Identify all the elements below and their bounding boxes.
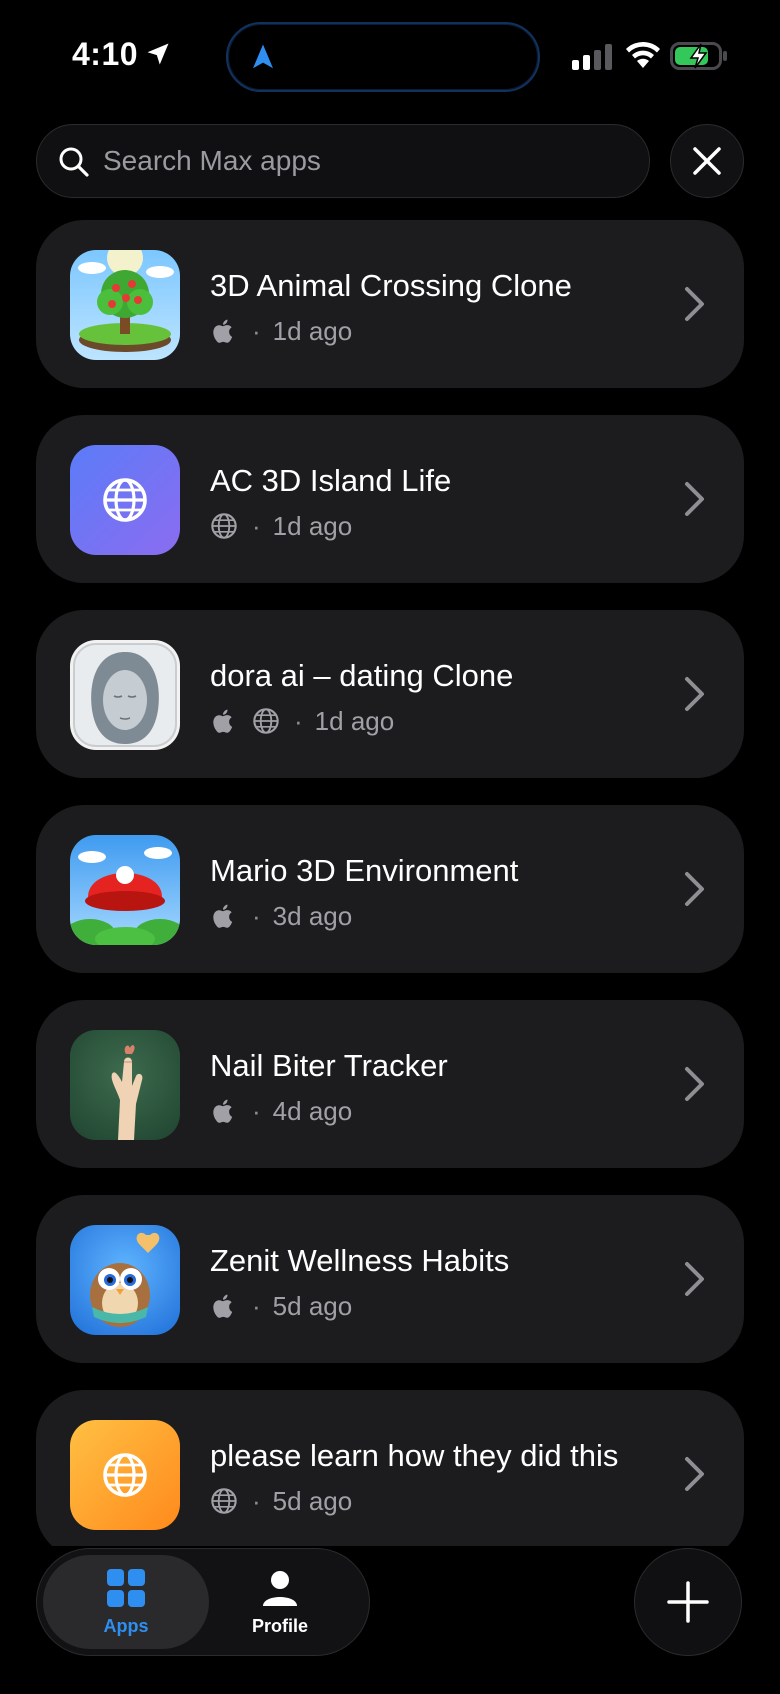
- add-app-button[interactable]: [634, 1548, 742, 1656]
- chevron-right-icon: [684, 871, 706, 907]
- app-meta: · 1d ago: [210, 314, 352, 348]
- plus-icon: [667, 1581, 709, 1623]
- app-age: 1d ago: [272, 510, 353, 541]
- chevron-right-icon: [684, 1066, 706, 1102]
- app-meta: · 3d ago: [210, 899, 352, 933]
- app-age: 1d ago: [272, 315, 353, 346]
- dynamic-island[interactable]: [226, 22, 540, 92]
- grid-icon: [107, 1568, 145, 1607]
- app-card[interactable]: please learn how they did this · 5d ago: [36, 1390, 744, 1546]
- tab-apps[interactable]: Apps: [43, 1555, 209, 1649]
- close-button[interactable]: [670, 124, 744, 198]
- app-name: Nail Biter Tracker: [210, 1048, 448, 1083]
- apple-icon: [210, 707, 238, 735]
- search-input[interactable]: [103, 125, 623, 197]
- chevron-right-icon: [684, 1456, 706, 1492]
- app-age: 4d ago: [272, 1095, 353, 1126]
- apple-icon: [210, 317, 238, 345]
- status-time: 4:10: [72, 36, 139, 72]
- status-bar: 4:10: [0, 0, 780, 110]
- app-name: AC 3D Island Life: [210, 463, 452, 498]
- app-age: 1d ago: [314, 705, 395, 736]
- tab-bar: Apps Profile: [36, 1548, 370, 1656]
- app-card[interactable]: Zenit Wellness Habits · 5d ago: [36, 1195, 744, 1363]
- face-sculpture-icon: [70, 640, 180, 750]
- person-icon: [263, 1570, 297, 1606]
- meta-separator: ·: [252, 315, 261, 346]
- tab-label: Apps: [103, 1615, 149, 1636]
- cellular-signal-icon: [572, 44, 612, 70]
- meta-separator: ·: [294, 705, 303, 736]
- globe-icon: [210, 1487, 238, 1515]
- app-meta: · 4d ago: [210, 1094, 352, 1128]
- app-meta: · 5d ago: [210, 1289, 352, 1323]
- app-meta: · 5d ago: [210, 1484, 352, 1518]
- app-card[interactable]: Mario 3D Environment · 3d ago: [36, 805, 744, 973]
- app-card[interactable]: Nail Biter Tracker · 4d ago: [36, 1000, 744, 1168]
- app-name: Mario 3D Environment: [210, 853, 519, 888]
- chevron-right-icon: [684, 676, 706, 712]
- globe-app-icon: [70, 445, 180, 555]
- app-name: dora ai – dating Clone: [210, 658, 514, 693]
- battery-charging-icon: [670, 42, 727, 70]
- owl-icon: [70, 1225, 180, 1335]
- apple-icon: [210, 1292, 238, 1320]
- meta-separator: ·: [252, 510, 261, 541]
- app-card[interactable]: 3D Animal Crossing Clone · 1d ago: [36, 220, 744, 388]
- app-meta: · 1d ago: [210, 704, 394, 738]
- location-arrow-icon: [147, 43, 169, 65]
- globe-icon: [252, 707, 280, 735]
- chevron-right-icon: [684, 1261, 706, 1297]
- chevron-right-icon: [684, 481, 706, 517]
- search-bar[interactable]: [36, 124, 650, 198]
- tab-profile[interactable]: Profile: [197, 1555, 363, 1649]
- tab-label: Profile: [251, 1615, 308, 1636]
- app-name: Zenit Wellness Habits: [210, 1243, 510, 1278]
- search-icon: [59, 147, 89, 177]
- meta-separator: ·: [252, 1095, 261, 1126]
- app-age: 3d ago: [272, 900, 353, 931]
- hand-icon: [70, 1030, 180, 1140]
- meta-separator: ·: [252, 1485, 261, 1516]
- app-card[interactable]: AC 3D Island Life · 1d ago: [36, 415, 744, 583]
- tree-island-icon: [70, 250, 180, 360]
- app-name: please learn how they did this: [210, 1438, 619, 1473]
- apple-icon: [210, 1097, 238, 1125]
- app-age: 5d ago: [272, 1290, 353, 1321]
- close-icon: [693, 147, 721, 175]
- red-cap-icon: [70, 835, 180, 945]
- meta-separator: ·: [252, 900, 261, 931]
- navigation-arrow-icon: [253, 44, 273, 69]
- app-name: 3D Animal Crossing Clone: [210, 268, 572, 303]
- globe-app-icon: [70, 1420, 180, 1530]
- globe-icon: [210, 512, 238, 540]
- app-meta: · 1d ago: [210, 509, 352, 543]
- app-card[interactable]: dora ai – dating Clone · 1d ago: [36, 610, 744, 778]
- app-list: 3D Animal Crossing Clone · 1d ago AC 3D …: [36, 220, 744, 1546]
- app-age: 5d ago: [272, 1485, 353, 1516]
- chevron-right-icon: [684, 286, 706, 322]
- meta-separator: ·: [252, 1290, 261, 1321]
- wifi-icon: [626, 41, 660, 68]
- apple-icon: [210, 902, 238, 930]
